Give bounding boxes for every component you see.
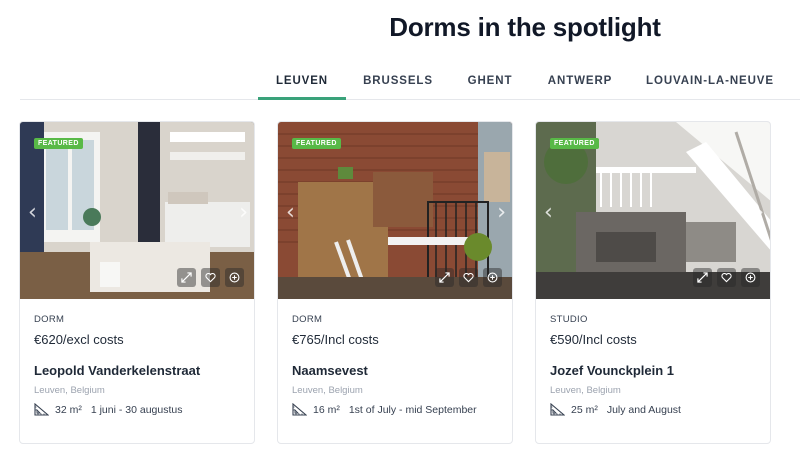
listing-city: Leuven, Belgium [292,385,363,396]
listing-photo[interactable]: FEATURED ‹ › [536,122,770,299]
listing-meta: 25 m² July and August [550,403,681,416]
listing-area: 32 m² [55,403,82,416]
tab-leuven[interactable]: LEUVEN [258,66,346,100]
listing-card[interactable]: FEATURED ‹ › DORM €620/excl costs Leopol… [19,121,255,444]
featured-badge: FEATURED [34,138,83,149]
chevron-left-icon[interactable]: ‹ [286,200,295,225]
chevron-left-icon[interactable]: ‹ [544,200,553,225]
listing-street[interactable]: Jozef Vounckplein 1 [550,363,674,378]
chevron-right-icon[interactable]: › [755,200,764,225]
chevron-right-icon[interactable]: › [239,200,248,225]
ruler-triangle-icon [34,403,49,416]
listing-dates: July and August [606,403,681,416]
listing-city: Leuven, Belgium [550,385,621,396]
heart-icon[interactable] [459,268,478,287]
listing-photo[interactable]: FEATURED ‹ › [20,122,254,299]
ruler-triangle-icon [550,403,565,416]
listing-dates: 1 juni - 30 augustus [90,403,183,416]
plus-circle-icon[interactable] [741,268,760,287]
listing-city: Leuven, Belgium [34,385,105,396]
listing-price: €765/Incl costs [292,332,379,347]
listing-dates: 1st of July - mid September [348,403,477,416]
tab-brussels[interactable]: BRUSSELS [358,66,438,100]
listing-card[interactable]: FEATURED ‹ › DORM €765/Incl costs Naamse… [277,121,513,444]
listing-meta: 16 m² 1st of July - mid September [292,403,477,416]
listing-area: 16 m² [313,403,340,416]
tab-louvain-la-neuve[interactable]: LOUVAIN-LA-NEUVE [640,66,780,100]
listing-photo[interactable]: FEATURED ‹ › [278,122,512,299]
listing-type: STUDIO [550,314,588,325]
listing-price: €620/excl costs [34,332,124,347]
listing-type: DORM [34,314,65,325]
listing-card[interactable]: FEATURED ‹ › STUDIO €590/Incl costs Joze… [535,121,771,444]
featured-badge: FEATURED [550,138,599,149]
heart-icon[interactable] [201,268,220,287]
listing-area: 25 m² [571,403,598,416]
listing-price: €590/Incl costs [550,332,637,347]
expand-icon[interactable] [435,268,454,287]
plus-circle-icon[interactable] [483,268,502,287]
chevron-right-icon[interactable]: › [497,200,506,225]
listing-street[interactable]: Naamsevest [292,363,368,378]
plus-circle-icon[interactable] [225,268,244,287]
heart-icon[interactable] [717,268,736,287]
city-tabs: LEUVEN BRUSSELS GHENT ANTWERP LOUVAIN-LA… [20,66,800,100]
expand-icon[interactable] [177,268,196,287]
tab-ghent[interactable]: GHENT [460,66,520,100]
listing-street[interactable]: Leopold Vanderkelenstraat [34,363,200,378]
ruler-triangle-icon [292,403,307,416]
listing-type: DORM [292,314,323,325]
tab-antwerp[interactable]: ANTWERP [542,66,618,100]
expand-icon[interactable] [693,268,712,287]
chevron-left-icon[interactable]: ‹ [28,200,37,225]
section-title: Dorms in the spotlight [389,12,661,42]
listing-meta: 32 m² 1 juni - 30 augustus [34,403,183,416]
featured-badge: FEATURED [292,138,341,149]
